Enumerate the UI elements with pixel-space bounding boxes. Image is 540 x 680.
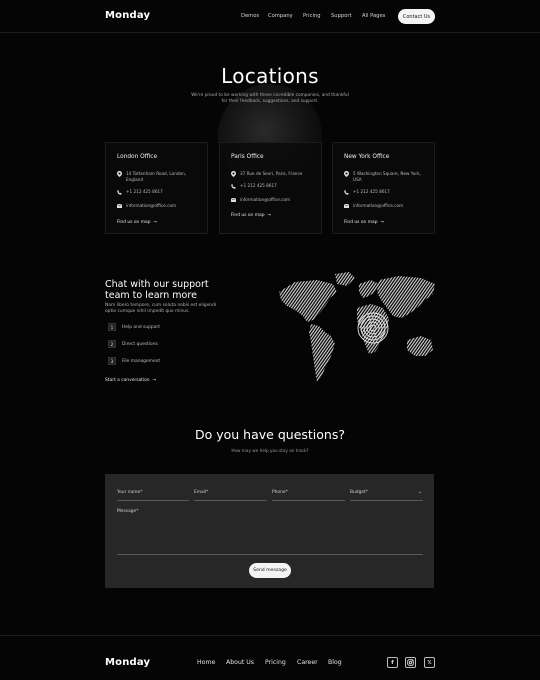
footer-link-blog[interactable]: Blog (328, 659, 342, 666)
step-number: 1 (108, 323, 116, 331)
office-title: New York Office (344, 154, 390, 160)
footer-link-pricing[interactable]: Pricing (265, 659, 286, 666)
office-email[interactable]: information@office.com (240, 197, 310, 203)
step-number: 2 (108, 340, 116, 348)
instagram-icon[interactable] (405, 657, 416, 668)
footer-link-about-us[interactable]: About Us (226, 659, 254, 666)
brand-logo[interactable]: Monday (105, 10, 150, 21)
office-phone-row: +1 212 425 8617 (231, 183, 310, 189)
phone-icon (231, 183, 236, 189)
office-phone[interactable]: +1 212 425 8617 (240, 183, 310, 189)
footer-divider (0, 635, 540, 636)
location-pin-icon (117, 171, 122, 177)
location-pin-icon (231, 171, 236, 177)
your-name-field[interactable]: Your name* (117, 490, 142, 495)
office-address-row: 14 Tottenham Road, London, England (117, 171, 190, 182)
contact-form: Your name* Email* Phone* Budget* ⌄ Messa… (105, 474, 434, 588)
find-on-map-label: Find us on map (231, 213, 265, 218)
office-email[interactable]: information@office.com (353, 203, 423, 209)
step-number: 3 (108, 357, 116, 365)
nav-support[interactable]: Support (331, 13, 352, 19)
office-email[interactable]: information@office.com (126, 203, 196, 209)
nav-all-pages[interactable]: All Pages (362, 13, 385, 19)
find-on-map-link[interactable]: Find us on map → (231, 213, 271, 218)
find-on-map-label: Find us on map (117, 220, 151, 225)
send-message-button[interactable]: Send message (249, 563, 291, 578)
page-subtitle: We're proud to be working with these inc… (160, 93, 380, 106)
office-phone[interactable]: +1 212 425 8617 (126, 189, 196, 195)
footer-link-career[interactable]: Career (297, 659, 318, 666)
chat-description-line-2: optio cumque nihil impedit quo minus. (105, 309, 190, 315)
office-address: 37 Rue de Sevri, Paris, France (240, 171, 303, 176)
message-underline (117, 554, 423, 555)
phone-icon (344, 189, 349, 195)
office-card-london: London Office 14 Tottenham Road, London,… (105, 142, 208, 234)
nav-demos[interactable]: Demos (241, 13, 259, 19)
phone-icon (117, 189, 122, 195)
message-field[interactable]: Message* (117, 509, 138, 514)
find-on-map-label: Find us on map (344, 220, 378, 225)
office-email-row: information@office.com (231, 197, 310, 203)
chat-description: Nam libero tempore, cum soluta nobis est… (105, 303, 275, 316)
find-on-map-link[interactable]: Find us on map → (117, 220, 157, 225)
page-title: Locations (221, 64, 319, 88)
arrow-right-icon: → (378, 220, 384, 225)
nav-company[interactable]: Company (268, 13, 293, 19)
questions-subheading: How may we help you stay on track? (231, 448, 309, 453)
office-card-paris: Paris Office 37 Rue de Sevri, Paris, Fra… (219, 142, 322, 234)
budget-select[interactable]: Budget* (350, 490, 368, 495)
mail-icon (344, 203, 349, 209)
location-pin-icon (344, 171, 349, 177)
arrow-right-icon: → (151, 220, 157, 225)
email-field[interactable]: Email* (194, 490, 208, 495)
chat-step: 3 File management (108, 357, 160, 365)
step-label: Direct questions (122, 341, 158, 347)
chat-heading-line-1: Chat with our support (105, 279, 209, 290)
your-name-underline (117, 500, 189, 501)
office-address-row: 5 Washington Square, New York, USA (344, 171, 425, 182)
footer-brand-logo[interactable]: Monday (105, 657, 150, 668)
world-map-graphic (279, 272, 435, 382)
mail-icon (117, 203, 122, 209)
office-title: London Office (117, 154, 158, 160)
chat-heading: Chat with our support team to learn more (105, 279, 275, 301)
phone-underline (272, 500, 345, 501)
footer-link-home[interactable]: Home (197, 659, 215, 666)
phone-field[interactable]: Phone* (272, 490, 288, 495)
office-address: 14 Tottenham Road, London, England (126, 171, 187, 182)
chevron-down-icon[interactable]: ⌄ (418, 489, 422, 495)
header-divider (0, 32, 540, 33)
office-phone-row: +1 212 425 8617 (117, 189, 196, 195)
x-icon[interactable]: 𝕏 (424, 657, 435, 668)
office-address-row: 37 Rue de Sevri, Paris, France (231, 171, 320, 177)
arrow-right-icon: → (151, 378, 157, 383)
email-underline (194, 500, 267, 501)
office-address: 5 Washington Square, New York, USA (353, 171, 421, 182)
contact-us-button[interactable]: Contact Us (398, 9, 435, 24)
nav-pricing[interactable]: Pricing (303, 13, 321, 19)
office-card-new-york: New York Office 5 Washington Square, New… (332, 142, 435, 234)
start-conversation-label: Start a conversation (105, 378, 150, 383)
find-on-map-link[interactable]: Find us on map → (344, 220, 384, 225)
chat-step: 2 Direct questions (108, 340, 158, 348)
office-phone-row: +1 212 425 8617 (344, 189, 423, 195)
facebook-icon[interactable]: f (387, 657, 398, 668)
office-email-row: information@office.com (344, 203, 423, 209)
arrow-right-icon: → (265, 213, 271, 218)
page-subtitle-line-2: for their feedback, suggestions, and sup… (221, 99, 319, 105)
chat-heading-line-2: team to learn more (105, 290, 197, 301)
mail-icon (231, 197, 236, 203)
step-label: Help and support (122, 324, 160, 330)
budget-underline (350, 500, 423, 501)
start-conversation-link[interactable]: Start a conversation → (105, 378, 156, 383)
questions-heading: Do you have questions? (195, 427, 345, 442)
office-phone[interactable]: +1 212 425 8617 (353, 189, 423, 195)
chat-step: 1 Help and support (108, 323, 160, 331)
step-label: File management (122, 358, 161, 364)
office-email-row: information@office.com (117, 203, 196, 209)
office-title: Paris Office (231, 154, 264, 160)
